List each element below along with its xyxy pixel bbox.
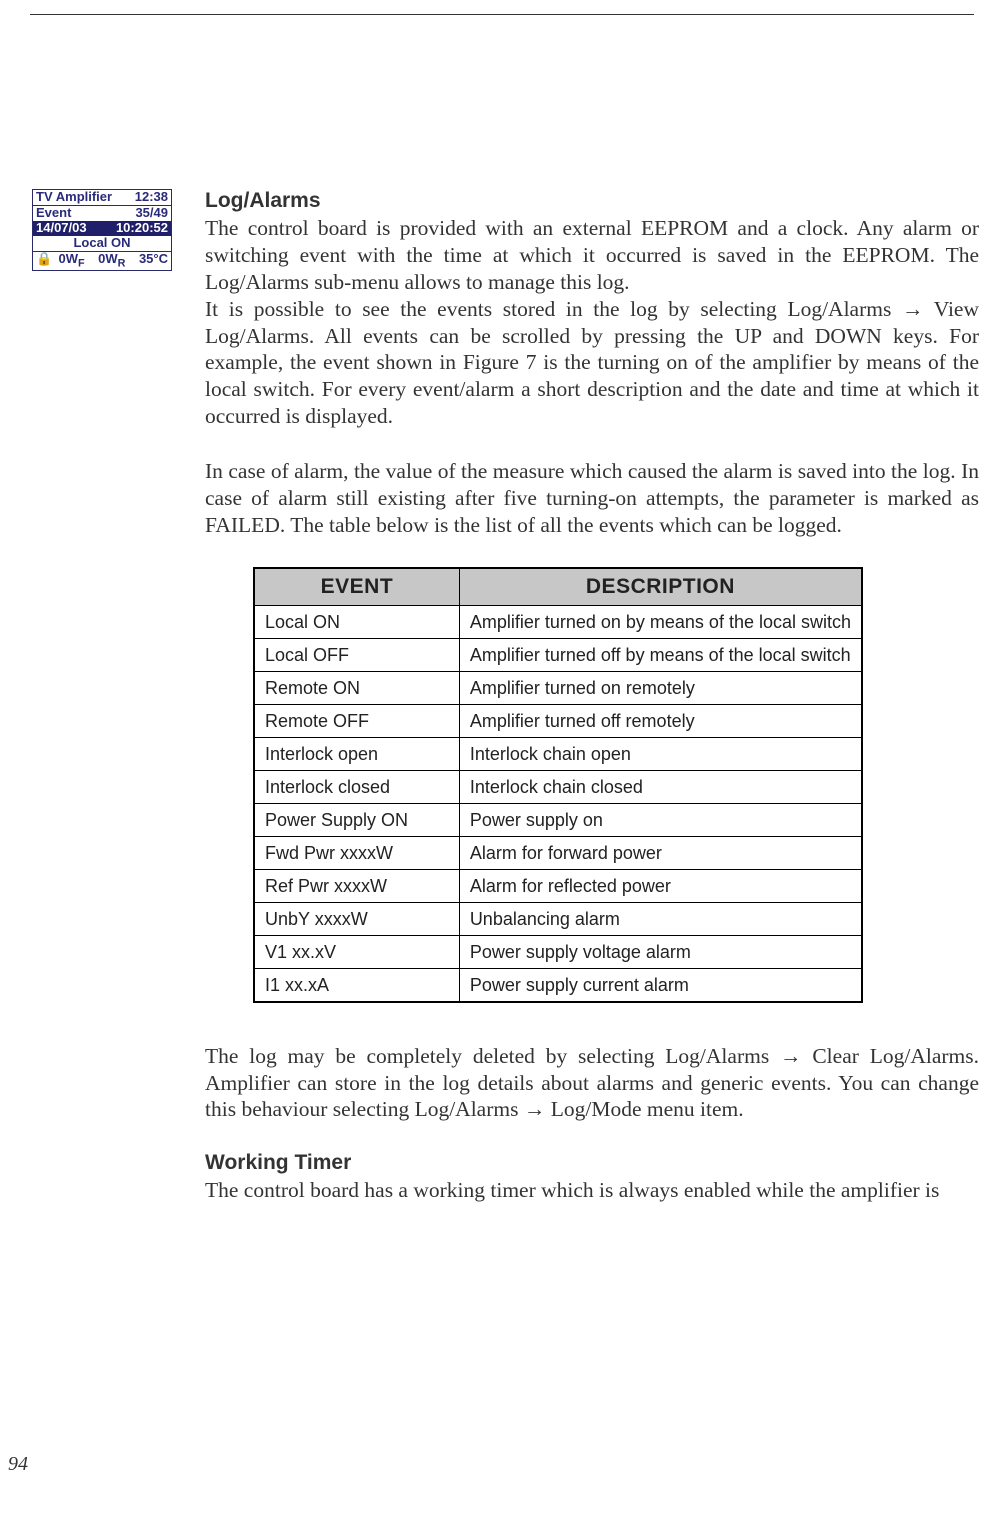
description-cell: Interlock chain open [459,737,862,770]
table-row: Ref Pwr xxxxWAlarm for reflected power [254,869,862,902]
page-number: 94 [8,1453,28,1476]
event-cell: Interlock open [254,737,459,770]
description-cell: Amplifier turned off by means of the loc… [459,638,862,671]
description-cell: Amplifier turned off remotely [459,704,862,737]
header-event: EVENT [254,568,459,606]
event-cell: Local ON [254,605,459,638]
description-cell: Unbalancing alarm [459,902,862,935]
table-row: Interlock openInterlock chain open [254,737,862,770]
lcd-ref-power: 0WR [98,252,125,270]
event-cell: Fwd Pwr xxxxW [254,836,459,869]
lock-icon: 🔒 [36,252,45,270]
event-cell: Power Supply ON [254,803,459,836]
description-cell: Alarm for reflected power [459,869,862,902]
para-working-timer: The control board has a working timer wh… [205,1177,979,1204]
lcd-event-label: Event [36,206,71,221]
events-table-body: Local ONAmplifier turned on by means of … [254,605,862,1002]
table-row: I1 xx.xAPower supply current alarm [254,968,862,1002]
page-content: TV Amplifier 12:38 Event 35/49 14/07/03 … [30,189,979,1204]
para-after-table: The log may be completely deleted by sel… [205,1043,979,1124]
description-cell: Power supply current alarm [459,968,862,1002]
event-cell: Ref Pwr xxxxW [254,869,459,902]
para-intro-3: In case of alarm, the value of the measu… [205,458,979,539]
event-cell: Remote ON [254,671,459,704]
lcd-status-row: Local ON [33,236,171,251]
main-text-column: Log/Alarms The control board is provided… [205,189,979,1204]
lcd-time: 10:20:52 [116,221,168,236]
lcd-figure: TV Amplifier 12:38 Event 35/49 14/07/03 … [32,189,172,271]
section-heading-log-alarms: Log/Alarms [205,189,979,213]
table-header-row: EVENT DESCRIPTION [254,568,862,606]
table-row: Local OFFAmplifier turned off by means o… [254,638,862,671]
description-cell: Alarm for forward power [459,836,862,869]
description-cell: Amplifier turned on by means of the loca… [459,605,862,638]
lcd-figure-column: TV Amplifier 12:38 Event 35/49 14/07/03 … [30,189,200,271]
lcd-status: Local ON [73,235,130,250]
table-row: V1 xx.xVPower supply voltage alarm [254,935,862,968]
event-cell: Local OFF [254,638,459,671]
table-row: Fwd Pwr xxxxWAlarm for forward power [254,836,862,869]
description-cell: Power supply voltage alarm [459,935,862,968]
description-cell: Amplifier turned on remotely [459,671,862,704]
lcd-readouts-row: 🔒 0WF 0WR 35°C [33,252,171,270]
events-table: EVENT DESCRIPTION Local ONAmplifier turn… [253,567,863,1003]
lcd-title-row: TV Amplifier 12:38 [33,190,171,205]
table-row: Remote OFFAmplifier turned off remotely [254,704,862,737]
page-top-rule [30,14,974,15]
lcd-datetime-row: 14/07/03 10:20:52 [33,221,171,236]
table-row: UnbY xxxxWUnbalancing alarm [254,902,862,935]
para-intro-1: The control board is provided with an ex… [205,215,979,296]
table-row: Remote ONAmplifier turned on remotely [254,671,862,704]
lcd-clock: 12:38 [135,190,168,205]
lcd-event-count: 35/49 [135,206,168,221]
lcd-fwd-power: 0WF [59,252,85,270]
event-cell: Interlock closed [254,770,459,803]
event-cell: Remote OFF [254,704,459,737]
header-description: DESCRIPTION [459,568,862,606]
table-row: Local ONAmplifier turned on by means of … [254,605,862,638]
para-intro-2: It is possible to see the events stored … [205,296,979,430]
description-cell: Power supply on [459,803,862,836]
event-cell: V1 xx.xV [254,935,459,968]
lcd-title: TV Amplifier [36,190,112,205]
table-row: Interlock closedInterlock chain closed [254,770,862,803]
table-row: Power Supply ONPower supply on [254,803,862,836]
section-heading-working-timer: Working Timer [205,1151,979,1175]
lcd-date: 14/07/03 [36,221,87,236]
description-cell: Interlock chain closed [459,770,862,803]
event-cell: UnbY xxxxW [254,902,459,935]
lcd-event-row: Event 35/49 [33,206,171,221]
event-cell: I1 xx.xA [254,968,459,1002]
lcd-temp: 35°C [139,252,168,270]
